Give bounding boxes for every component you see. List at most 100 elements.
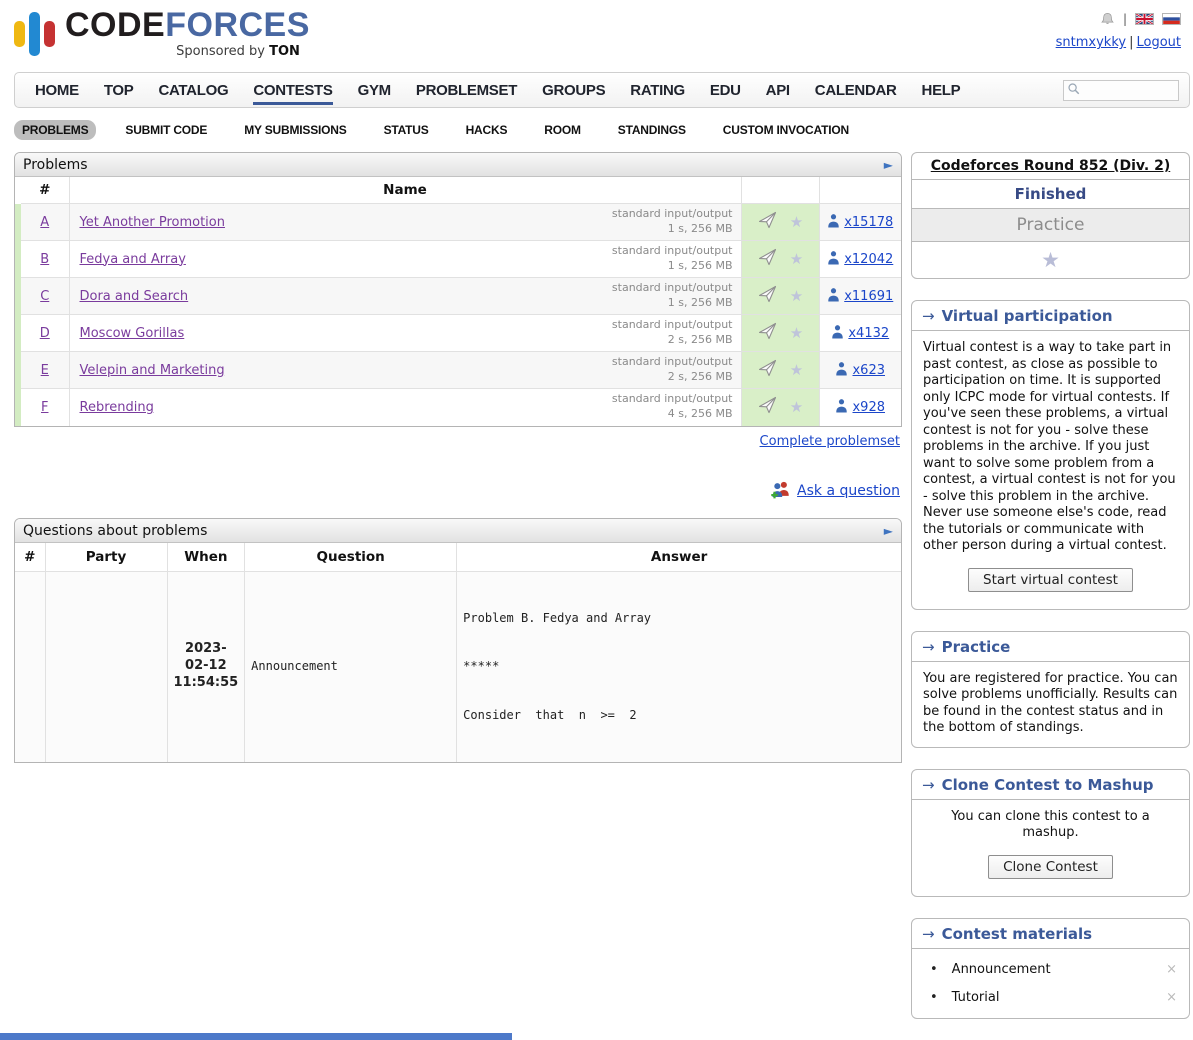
submit-plane-icon[interactable] <box>757 395 778 419</box>
nav-item-help[interactable]: HELP <box>922 76 961 105</box>
expand-arrow-icon[interactable]: ► <box>884 159 893 171</box>
close-icon[interactable]: × <box>1166 990 1177 1005</box>
problem-letter-link[interactable]: A <box>40 215 49 230</box>
contest-sub-nav: PROBLEMS SUBMIT CODE MY SUBMISSIONS STAT… <box>14 120 1190 140</box>
problem-letter-link[interactable]: D <box>40 326 50 341</box>
solved-count-link[interactable]: x623 <box>852 363 885 378</box>
favorite-star-icon[interactable]: ★ <box>790 289 803 304</box>
nav-item-rating[interactable]: RATING <box>630 76 685 105</box>
flag-ru-icon[interactable] <box>1162 13 1181 25</box>
nav-item-top[interactable]: TOP <box>104 76 134 105</box>
submit-plane-icon[interactable] <box>757 210 778 234</box>
contest-materials-title[interactable]: Contest materials <box>942 925 1092 943</box>
subnav-item-custom-invocation[interactable]: CUSTOM INVOCATION <box>715 120 857 140</box>
problem-name-link[interactable]: Dora and Search <box>80 289 189 304</box>
header-separator: | <box>1123 12 1127 26</box>
practice-title[interactable]: Practice <box>942 638 1011 656</box>
clone-mashup-title[interactable]: Clone Contest to Mashup <box>942 776 1154 794</box>
material-tutorial-link[interactable]: Tutorial <box>952 990 1000 1005</box>
column-header-when: When <box>167 543 245 572</box>
subnav-item-status[interactable]: STATUS <box>376 120 437 140</box>
sidebar: Codeforces Round 852 (Div. 2) Finished P… <box>911 152 1190 1040</box>
nav-item-gym[interactable]: GYM <box>358 76 391 105</box>
expand-arrow-icon[interactable]: ► <box>884 525 893 537</box>
nav-item-calendar[interactable]: CALENDAR <box>815 76 897 105</box>
solved-count-link[interactable]: x15178 <box>844 215 893 230</box>
questions-caption-label: Questions about problems <box>23 523 207 539</box>
column-header-answer: Answer <box>457 543 901 572</box>
search-icon <box>1067 82 1081 100</box>
question-party-cell <box>45 571 167 762</box>
solved-person-icon <box>835 398 848 417</box>
material-announcement-link[interactable]: Announcement <box>952 962 1051 977</box>
column-header-num: # <box>15 543 45 572</box>
favorite-star-icon[interactable]: ★ <box>790 326 803 341</box>
submit-plane-icon[interactable] <box>757 247 778 271</box>
column-header-party: Party <box>45 543 167 572</box>
subnav-item-standings[interactable]: STANDINGS <box>610 120 694 140</box>
problem-letter-link[interactable]: F <box>41 400 48 415</box>
username-link[interactable]: sntmxykky <box>1056 35 1126 50</box>
question-num-cell <box>15 571 45 762</box>
flag-en-icon[interactable] <box>1135 13 1154 25</box>
subnav-item-my-submissions[interactable]: MY SUBMISSIONS <box>236 120 354 140</box>
table-row: D Moscow Gorillas standard input/output2… <box>18 315 901 352</box>
nav-item-catalog[interactable]: CATALOG <box>158 76 228 105</box>
solved-count-link[interactable]: x11691 <box>844 289 893 304</box>
nav-item-groups[interactable]: GROUPS <box>542 76 605 105</box>
favorite-star-icon[interactable]: ★ <box>790 215 803 230</box>
solved-count-link[interactable]: x928 <box>852 400 885 415</box>
problem-constraints: standard input/output1 s, 256 MB <box>612 281 733 311</box>
submit-plane-icon[interactable] <box>757 358 778 382</box>
problem-constraints: standard input/output2 s, 256 MB <box>612 355 733 385</box>
favorite-star-icon[interactable]: ★ <box>1041 248 1060 272</box>
favorite-star-icon[interactable]: ★ <box>790 400 803 415</box>
start-virtual-contest-button[interactable]: Start virtual contest <box>968 568 1133 592</box>
solved-count-link[interactable]: x12042 <box>844 252 893 267</box>
nav-item-problemset[interactable]: PROBLEMSET <box>416 76 517 105</box>
subnav-item-hacks[interactable]: HACKS <box>458 120 516 140</box>
solved-person-icon <box>835 361 848 380</box>
problem-letter-link[interactable]: C <box>40 289 49 304</box>
nav-item-home[interactable]: HOME <box>35 76 79 105</box>
nav-item-contests[interactable]: CONTESTS <box>253 76 332 105</box>
problem-name-link[interactable]: Yet Another Promotion <box>80 215 225 230</box>
contest-title-link[interactable]: Codeforces Round 852 (Div. 2) <box>931 158 1170 174</box>
problems-caption-label: Problems <box>23 157 88 173</box>
complete-problemset-link[interactable]: Complete problemset <box>760 434 900 449</box>
codeforces-logo[interactable]: CODEFORCES Sponsored by TON <box>14 8 310 60</box>
questions-section: Questions about problems ► # Party When … <box>14 518 902 763</box>
submit-plane-icon[interactable] <box>757 284 778 308</box>
search-input[interactable] <box>1081 83 1171 99</box>
problem-name-link[interactable]: Moscow Gorillas <box>80 326 185 341</box>
virtual-participation-title[interactable]: Virtual participation <box>942 307 1113 325</box>
favorite-star-icon[interactable]: ★ <box>790 252 803 267</box>
subnav-item-problems[interactable]: PROBLEMS <box>14 120 96 140</box>
solved-person-icon <box>827 287 840 306</box>
logout-link[interactable]: Logout <box>1136 35 1181 50</box>
favorite-star-icon[interactable]: ★ <box>790 363 803 378</box>
subnav-item-submit-code[interactable]: SUBMIT CODE <box>117 120 215 140</box>
subnav-item-room[interactable]: ROOM <box>536 120 589 140</box>
nav-item-api[interactable]: API <box>766 76 790 105</box>
table-row: A Yet Another Promotion standard input/o… <box>18 204 901 241</box>
table-row: F Rebrending standard input/output4 s, 2… <box>18 389 901 426</box>
ask-question-link[interactable]: Ask a question <box>797 483 900 499</box>
clone-mashup-box: →Clone Contest to Mashup You can clone t… <box>911 769 1190 897</box>
solved-count-link[interactable]: x4132 <box>848 326 889 341</box>
nav-item-edu[interactable]: EDU <box>710 76 741 105</box>
list-item: • Tutorial × <box>930 990 1177 1005</box>
close-icon[interactable]: × <box>1166 962 1177 977</box>
clone-contest-button[interactable]: Clone Contest <box>988 855 1113 879</box>
problem-name-link[interactable]: Velepin and Marketing <box>80 363 225 378</box>
problem-name-link[interactable]: Rebrending <box>80 400 154 415</box>
problem-letter-link[interactable]: E <box>41 363 49 378</box>
column-header-solved <box>819 177 901 204</box>
complete-problemset-row: Complete problemset <box>14 434 900 449</box>
problems-section: Problems ► # Name A <box>14 152 902 427</box>
problem-name-link[interactable]: Fedya and Array <box>80 252 186 267</box>
bell-icon[interactable] <box>1100 12 1115 27</box>
problem-letter-link[interactable]: B <box>40 252 49 267</box>
submit-plane-icon[interactable] <box>757 321 778 345</box>
contest-materials-list: • Announcement × • Tutorial × <box>912 962 1189 1005</box>
